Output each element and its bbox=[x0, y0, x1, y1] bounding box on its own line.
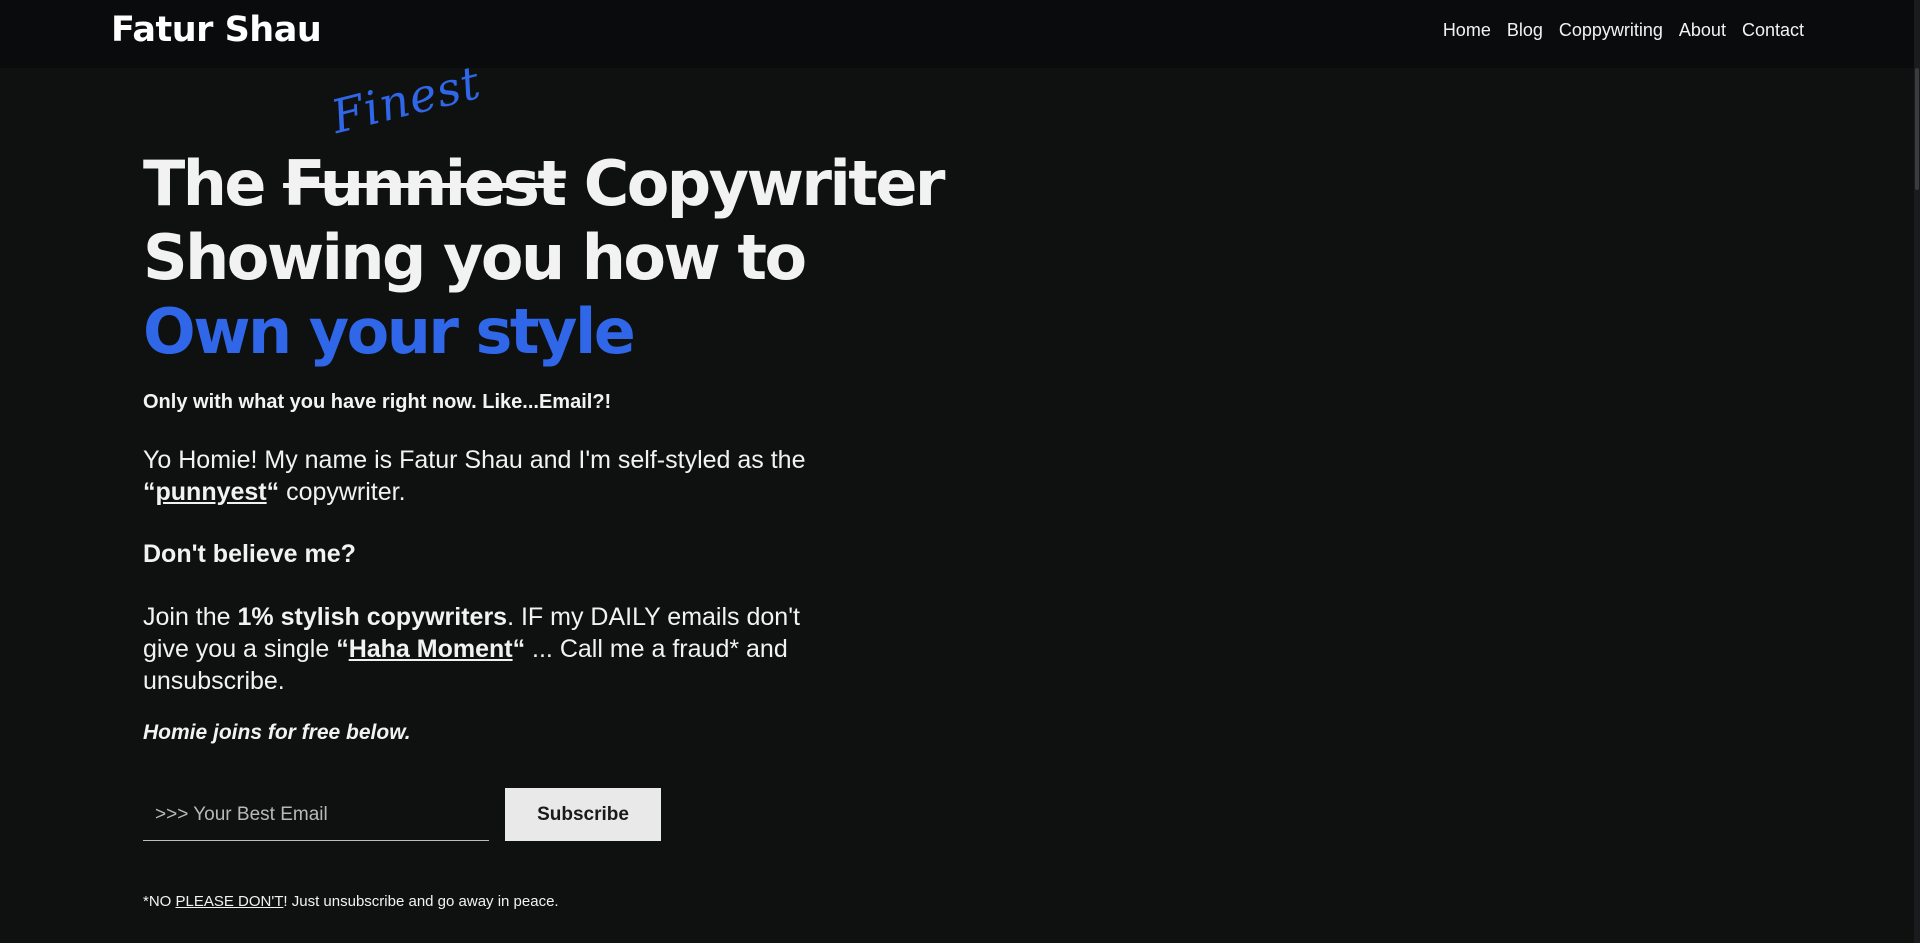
headline-line-2: Showing you how to bbox=[143, 221, 807, 294]
scrollbar-thumb[interactable] bbox=[1915, 68, 1919, 190]
haha-moment-emphasis: Haha Moment bbox=[348, 635, 513, 663]
nav-home[interactable]: Home bbox=[1443, 20, 1491, 41]
homie-joins-text: Homie joins for free below. bbox=[143, 721, 411, 744]
dont-believe-heading: Don't believe me? bbox=[143, 540, 356, 568]
join-paragraph: Join the 1% stylish copywriters. IF my D… bbox=[143, 601, 843, 697]
headline-the: The bbox=[143, 147, 266, 220]
headline-line-3: Own your style bbox=[143, 295, 636, 368]
main-nav: Home Blog Coppywriting About Contact bbox=[1443, 20, 1804, 41]
nav-about[interactable]: About bbox=[1679, 20, 1726, 41]
headline-copywriter: Copywriter bbox=[583, 147, 946, 220]
join-text-a: Join the bbox=[143, 603, 238, 631]
intro-quote-open: “ bbox=[143, 478, 156, 506]
footnote-underlined: PLEASE DON'T bbox=[175, 893, 284, 910]
intro-text-a: Yo Homie! My name is Fatur Shau and I'm … bbox=[143, 446, 806, 474]
nav-copywriting[interactable]: Coppywriting bbox=[1559, 20, 1663, 41]
intro-paragraph: Yo Homie! My name is Fatur Shau and I'm … bbox=[143, 444, 843, 508]
subheading: Only with what you have right now. Like.… bbox=[143, 391, 612, 413]
subscribe-button[interactable]: Subscribe bbox=[505, 788, 661, 841]
footnote-text-a: *NO bbox=[143, 893, 176, 910]
headline-struck-word: Funniest bbox=[283, 147, 567, 220]
hero-section: Finest The Funniest Copywriter Showing y… bbox=[143, 55, 963, 745]
join-quote-open: “ bbox=[336, 635, 349, 663]
top-navigation-bar: Fatur Shau Home Blog Coppywriting About … bbox=[0, 0, 1920, 68]
nav-blog[interactable]: Blog bbox=[1507, 20, 1543, 41]
site-logo[interactable]: Fatur Shau bbox=[111, 10, 322, 50]
headline-line-1: The Funniest Copywriter bbox=[143, 147, 963, 221]
subscribe-form: Subscribe bbox=[143, 788, 661, 841]
join-bold-text: 1% stylish copywriters bbox=[237, 603, 508, 631]
footnote: *NO PLEASE DON'T! Just unsubscribe and g… bbox=[143, 893, 559, 910]
nav-contact[interactable]: Contact bbox=[1742, 20, 1804, 41]
scrollbar[interactable] bbox=[1914, 0, 1920, 943]
email-input[interactable] bbox=[143, 789, 489, 841]
footnote-text-b: ! Just unsubscribe and go away in peace. bbox=[283, 893, 559, 910]
punnyest-emphasis: punnyest bbox=[155, 478, 267, 506]
intro-quote-close: “ bbox=[266, 478, 280, 506]
join-quote-close: “ bbox=[512, 635, 526, 663]
finest-handwritten-annotation: Finest bbox=[325, 54, 487, 145]
intro-text-b: copywriter. bbox=[279, 478, 406, 506]
